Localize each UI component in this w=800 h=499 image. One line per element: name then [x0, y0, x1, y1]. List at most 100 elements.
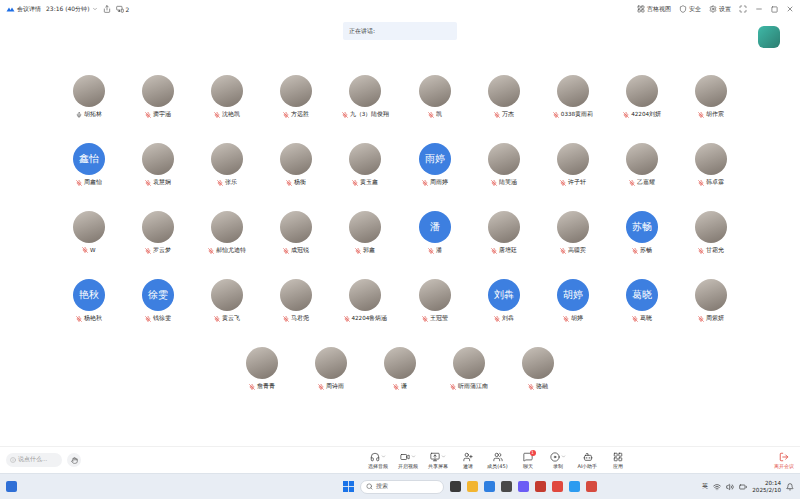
participant-tile[interactable]: 鑫怡周鑫怡 [54, 143, 123, 187]
security-button[interactable]: 安全 [679, 5, 701, 14]
screen-count[interactable]: 2 [116, 5, 130, 13]
participant-tile[interactable]: 周诗雨 [296, 347, 365, 391]
gear-icon [709, 5, 717, 13]
participant-name: 王冠莹 [422, 315, 448, 323]
participant-tile[interactable]: 甘霜光 [677, 211, 746, 255]
participant-tile[interactable]: 成冠锐 [262, 211, 331, 255]
participant-avatar: 胡婷 [557, 279, 589, 311]
maximize-icon[interactable] [771, 6, 778, 13]
taskbar-app-icon[interactable] [586, 481, 597, 492]
caret-icon[interactable] [411, 454, 416, 459]
windows-start-icon[interactable] [343, 481, 354, 492]
notification-icon[interactable] [786, 483, 794, 491]
video-button[interactable]: 开启视频 [395, 452, 421, 469]
participant-tile[interactable]: 乙嘉耀 [608, 143, 677, 187]
invite-button[interactable]: 邀请 [455, 452, 481, 469]
participant-tile[interactable]: W [54, 211, 123, 255]
participant-tile[interactable]: 听雨蒲江南 [435, 347, 504, 391]
participant-tile[interactable]: 42204刘妍 [608, 75, 677, 119]
ai-assistant-button[interactable]: AI小助手 [575, 452, 601, 469]
view-button[interactable]: 宫格视图 [637, 5, 671, 14]
settings-button[interactable]: 设置 [709, 5, 731, 14]
record-button[interactable]: 录制 [545, 452, 571, 469]
participant-tile[interactable]: 艳秋杨艳秋 [54, 279, 123, 323]
participant-tile[interactable]: 唐培廷 [469, 211, 538, 255]
participant-tile[interactable]: 郭鑫 [331, 211, 400, 255]
participant-tile[interactable]: 凯 [400, 75, 469, 119]
participant-tile[interactable]: 马君尧 [262, 279, 331, 323]
taskbar-app-icon[interactable] [450, 481, 461, 492]
audio-button[interactable]: 选择音频 [365, 452, 391, 469]
participant-tile[interactable]: 胡拓林 [54, 75, 123, 119]
participant-tile[interactable]: 周紫妍 [677, 279, 746, 323]
participant-tile[interactable]: 张乐 [192, 143, 261, 187]
participant-tile[interactable]: 徐雯钱徐雯 [123, 279, 192, 323]
participant-tile[interactable]: 42204鲁炳涵 [331, 279, 400, 323]
participant-tile[interactable]: 詹青青 [227, 347, 296, 391]
participant-tile[interactable]: 高疆宾 [538, 211, 607, 255]
taskbar-app-icon[interactable] [535, 481, 546, 492]
participant-tile[interactable]: 潘潘 [400, 211, 469, 255]
participant-tile[interactable]: 万杰 [469, 75, 538, 119]
participant-tile[interactable]: 苏畅苏畅 [608, 211, 677, 255]
taskbar-app-icon[interactable] [484, 481, 495, 492]
apps-button[interactable]: 应用 [605, 452, 631, 469]
participant-tile[interactable]: 韩卓霖 [677, 143, 746, 187]
chat-input[interactable]: 说点什么... [6, 453, 62, 467]
participant-tile[interactable]: 杨衡 [262, 143, 331, 187]
share-icon[interactable] [103, 5, 111, 13]
chat-button[interactable]: 聊天1 [515, 452, 541, 469]
participant-avatar [280, 143, 312, 175]
caret-icon[interactable] [441, 454, 446, 459]
taskbar-app-icon[interactable] [518, 481, 529, 492]
participant-tile[interactable]: 陆芙涵 [469, 143, 538, 187]
participant-tile[interactable]: 方远胜 [262, 75, 331, 119]
participant-tile[interactable]: 袁慧娴 [123, 143, 192, 187]
mic-muted-icon [698, 180, 704, 186]
participant-tile[interactable]: 许子轩 [538, 143, 607, 187]
participant-tile[interactable]: 郝怡尤迪特 [192, 211, 261, 255]
meeting-info-button[interactable]: 会议详情 [6, 5, 41, 14]
participant-tile[interactable]: 谦 [365, 347, 434, 391]
participant-tile[interactable]: 龚宇涵 [123, 75, 192, 119]
participant-tile[interactable]: 罗云梦 [123, 211, 192, 255]
participant-tile[interactable]: 黄玉鑫 [331, 143, 400, 187]
widgets-icon[interactable] [6, 481, 17, 492]
participant-tile[interactable]: 0338黄雨莉 [538, 75, 607, 119]
minimize-icon[interactable] [755, 5, 763, 13]
battery-icon[interactable] [739, 483, 747, 491]
participant-tile[interactable]: 骆融 [504, 347, 573, 391]
ime-indicator[interactable]: 英 [702, 482, 708, 491]
raise-hand-button[interactable] [67, 453, 81, 467]
participant-tile[interactable]: 九（3）陆俊翔 [331, 75, 400, 119]
volume-icon[interactable] [726, 483, 734, 491]
participant-tile[interactable]: 黄云飞 [192, 279, 261, 323]
participant-tile[interactable]: 沈艳凯 [192, 75, 261, 119]
taskbar-app-icon[interactable] [552, 481, 563, 492]
close-icon[interactable] [786, 5, 794, 13]
wifi-icon[interactable] [713, 483, 721, 491]
taskbar-app-icon[interactable] [467, 481, 478, 492]
participant-tile[interactable]: 雨婷周雨婷 [400, 143, 469, 187]
participant-tile[interactable]: 葛晓葛晓 [608, 279, 677, 323]
meeting-duration[interactable]: 23:16 (40分钟) [46, 5, 98, 14]
taskbar-search[interactable]: 搜索 [360, 480, 444, 494]
leave-button[interactable]: 离开会议 [774, 452, 794, 469]
mic-muted-icon [563, 316, 569, 322]
participant-tile[interactable]: 王冠莹 [400, 279, 469, 323]
participant-tile[interactable]: 胡婷胡婷 [538, 279, 607, 323]
members-button[interactable]: 成员(45) [485, 452, 511, 469]
clock[interactable]: 20:142025/2/10 [752, 480, 781, 493]
participant-avatar: 艳秋 [73, 279, 105, 311]
taskbar-app-icon[interactable] [569, 481, 580, 492]
participant-tile[interactable]: 刘犇刘犇 [469, 279, 538, 323]
mic-muted-icon [76, 316, 82, 322]
mic-muted-icon [428, 248, 434, 254]
fullscreen-icon[interactable] [739, 5, 747, 13]
share-screen-button[interactable]: 共享屏幕 [425, 452, 451, 469]
user-avatar[interactable] [758, 26, 780, 48]
participant-tile[interactable]: 胡作宸 [677, 75, 746, 119]
caret-icon[interactable] [381, 454, 386, 459]
taskbar-app-icon[interactable] [501, 481, 512, 492]
caret-icon[interactable] [561, 454, 566, 459]
